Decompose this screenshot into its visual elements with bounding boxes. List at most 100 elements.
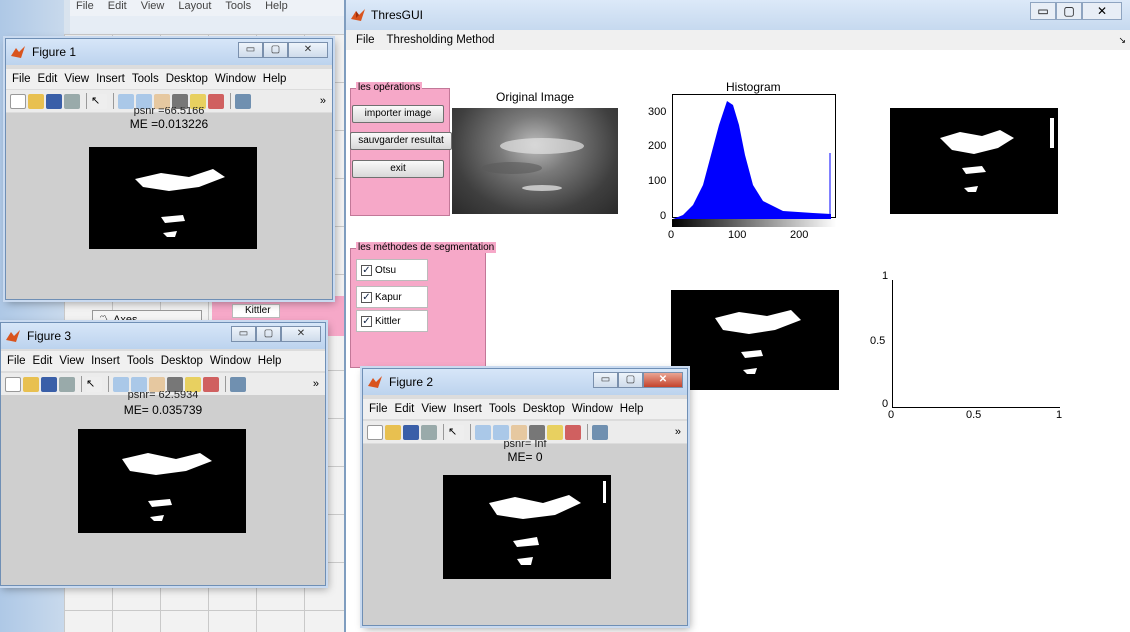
save-icon[interactable] [41,376,57,392]
menu-help[interactable]: Help [620,403,644,415]
save-result-button[interactable]: sauvgarder resultat [350,132,452,150]
minimize-button[interactable]: ▭ [593,372,618,388]
menu-desktop[interactable]: Desktop [523,403,565,415]
menu-view[interactable]: View [421,403,446,415]
save-icon[interactable] [403,424,419,440]
figure3-title: Figure 3 [27,329,72,343]
close-button[interactable]: ✕ [281,326,321,342]
brush-icon[interactable] [203,376,219,392]
figure2-psnr: psnr= Inf [503,440,547,449]
otsu-checkbox[interactable]: ✓ Otsu [356,259,428,281]
result-image-middle [671,290,839,390]
menu-file[interactable]: File [7,355,26,367]
pointer-icon[interactable]: ↖ [86,376,102,392]
new-icon[interactable] [5,376,21,392]
data-cursor-icon[interactable] [547,424,563,440]
toolbar-overflow-icon[interactable]: » [320,95,326,107]
thresgui-window-controls: ▭ ▢ ✕ [1030,2,1122,20]
matlab-menu-tools[interactable]: Tools [225,0,251,16]
exit-button[interactable]: exit [352,160,444,178]
matlab-menu-view[interactable]: View [141,0,165,16]
link-icon[interactable] [592,424,608,440]
figure2-window: Figure 2 ▭ ▢ ✕ File Edit View Insert Tools… [362,368,688,626]
zoom-out-icon[interactable] [131,376,147,392]
toolbar-overflow-icon[interactable]: » [675,426,681,438]
menu-edit[interactable]: Edit [395,403,415,415]
menu-insert[interactable]: Insert [453,403,482,415]
minimize-button[interactable]: ▭ [238,42,263,58]
menu-window[interactable]: Window [215,73,256,85]
rotate-icon[interactable] [167,376,183,392]
maximize-button[interactable]: ▢ [1056,2,1082,20]
menu-help[interactable]: Help [263,73,287,85]
data-cursor-icon[interactable] [185,376,201,392]
matlab-logo-icon [368,376,382,388]
menu-desktop[interactable]: Desktop [166,73,208,85]
menu-tools[interactable]: Tools [127,355,154,367]
menu-insert[interactable]: Insert [91,355,120,367]
minimize-button[interactable]: ▭ [1030,2,1056,20]
histogram-plot [673,101,831,219]
matlab-menu-file[interactable]: File [76,0,94,16]
menu-window[interactable]: Window [572,403,613,415]
close-button[interactable]: ✕ [1082,2,1122,20]
hist-xtick-200: 200 [790,229,809,241]
menu-desktop[interactable]: Desktop [161,355,203,367]
toolbar-overflow-icon[interactable]: » [313,378,319,390]
link-icon[interactable] [230,376,246,392]
pointer-icon[interactable]: ↖ [448,424,464,440]
binary-blob [715,310,801,374]
new-icon[interactable] [367,424,383,440]
menu-file[interactable]: File [369,403,388,415]
gui-menu-file[interactable]: File [356,34,375,46]
gui-menu-thresholding-method[interactable]: Thresholding Method [387,34,495,46]
close-button[interactable]: ✕ [288,42,328,58]
open-icon[interactable] [23,376,39,392]
maximize-button[interactable]: ▢ [263,42,288,58]
menu-tools[interactable]: Tools [132,73,159,85]
import-image-button[interactable]: importer image [352,105,444,123]
open-icon[interactable] [385,424,401,440]
menu-view[interactable]: View [64,73,89,85]
hist-ytick-300: 300 [648,106,667,118]
figure3-me: ME= 0.035739 [123,403,203,417]
pan-icon[interactable] [511,424,527,440]
menu-insert[interactable]: Insert [96,73,125,85]
figure3-image [78,429,246,533]
maximize-button[interactable]: ▢ [618,372,643,388]
menu-view[interactable]: View [59,355,84,367]
figure3-psnr: psnr= 62.5934 [127,391,199,400]
menu-edit[interactable]: Edit [38,73,58,85]
matlab-menu-layout[interactable]: Layout [178,0,211,16]
otsu-label: Otsu [375,264,397,276]
rotate-icon[interactable] [529,424,545,440]
pan-icon[interactable] [149,376,165,392]
minimize-button[interactable]: ▭ [231,326,256,342]
empty-axes [892,280,1060,408]
figure3-menubar: File Edit View Insert Tools Desktop Wind… [1,351,325,371]
kittler-checkbox[interactable]: ✓ Kittler [356,310,428,332]
figure3-canvas: psnr= 62.5934 ME= 0.035739 [1,391,325,585]
brush-icon[interactable] [565,424,581,440]
menu-help[interactable]: Help [258,355,282,367]
menu-file[interactable]: File [12,73,31,85]
kapur-checkbox[interactable]: ✓ Kapur [356,286,428,308]
matlab-menu-help[interactable]: Help [265,0,288,16]
menu-overflow-icon[interactable]: ↘ [1118,35,1126,46]
zoom-out-icon[interactable] [493,424,509,440]
menu-tools[interactable]: Tools [489,403,516,415]
figure2-title: Figure 2 [389,375,434,389]
menu-edit[interactable]: Edit [33,355,53,367]
figure1-menubar: File Edit View Insert Tools Desktop Wind… [6,69,332,89]
figure1-titlebar: Figure 1 ▭ ▢ ✕ [6,39,332,65]
print-icon[interactable] [59,376,75,392]
original-image [452,108,618,214]
close-button[interactable]: ✕ [643,372,683,388]
print-icon[interactable] [421,424,437,440]
zoom-in-icon[interactable] [113,376,129,392]
zoom-in-icon[interactable] [475,424,491,440]
figure2-image [443,475,611,579]
matlab-menu-edit[interactable]: Edit [108,0,127,16]
maximize-button[interactable]: ▢ [256,326,281,342]
menu-window[interactable]: Window [210,355,251,367]
